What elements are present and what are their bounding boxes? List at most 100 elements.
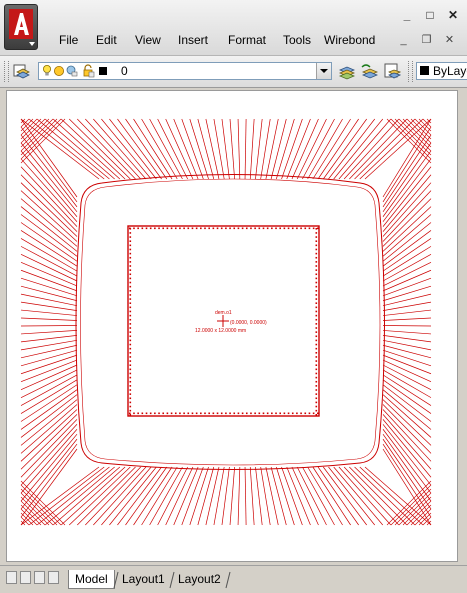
- close-window-button[interactable]: ✕: [444, 8, 462, 22]
- previous-tab-icon[interactable]: [20, 571, 31, 584]
- layer-properties-icon[interactable]: [12, 62, 30, 80]
- bond-pad: [254, 412, 256, 415]
- bond-pad: [271, 412, 273, 415]
- menu-format[interactable]: Format: [228, 33, 266, 47]
- bond-pad: [129, 252, 132, 255]
- lead-trace: [109, 118, 157, 180]
- bond-pad: [208, 412, 210, 415]
- bond-pad: [312, 412, 315, 415]
- bond-pad: [129, 310, 132, 313]
- last-tab-icon[interactable]: [48, 571, 59, 584]
- lead-trace: [249, 466, 255, 526]
- layer-dropdown[interactable]: 0: [38, 62, 332, 80]
- bond-pad: [129, 343, 132, 346]
- bond-pad: [174, 227, 177, 230]
- bond-pad: [220, 227, 223, 230]
- lead-trace: [20, 433, 78, 502]
- bond-pad: [250, 227, 252, 230]
- lead-trace: [382, 379, 432, 414]
- bond-pad: [296, 227, 298, 230]
- lead-trace: [354, 118, 416, 180]
- bond-pad: [191, 227, 194, 230]
- layer-dropdown-arrow[interactable]: [316, 63, 331, 79]
- lead-trace: [382, 190, 432, 242]
- bond-pad: [145, 412, 148, 415]
- bond-pad: [129, 405, 132, 408]
- document-close-button[interactable]: ✕: [441, 32, 458, 48]
- bond-pad: [204, 227, 206, 230]
- first-tab-icon[interactable]: [6, 571, 17, 584]
- bond-pad: [237, 412, 240, 415]
- lead-trace: [205, 466, 220, 526]
- lead-trace: [359, 118, 424, 180]
- menu-wirebond[interactable]: Wirebond: [324, 33, 375, 47]
- lead-trace: [382, 330, 432, 335]
- lead-trace: [307, 466, 343, 526]
- bond-pad: [241, 412, 244, 415]
- lead-trace: [20, 254, 78, 282]
- lead-trace: [20, 118, 42, 140]
- bond-pad: [129, 401, 132, 404]
- bond-pad: [149, 227, 152, 230]
- bond-pad: [315, 298, 318, 300]
- bond-pad: [129, 323, 132, 325]
- bond-pad: [129, 364, 132, 366]
- bond-pad: [266, 227, 269, 230]
- lead-trace: [20, 118, 100, 180]
- bond-pad: [129, 318, 132, 321]
- lead-trace: [382, 419, 432, 478]
- next-tab-icon[interactable]: [34, 571, 45, 584]
- drawing-canvas[interactable]: dem.o1 (0.0000, 0.0000) 12.0000 x 12.000…: [6, 90, 458, 562]
- lightbulb-icon: [43, 65, 51, 76]
- bond-pad: [200, 412, 202, 415]
- lead-trace: [382, 325, 432, 327]
- lead-trace: [213, 118, 225, 180]
- lead-trace: [382, 389, 432, 430]
- make-object-layer-current-icon[interactable]: [338, 62, 356, 80]
- menu-insert[interactable]: Insert: [178, 33, 208, 47]
- application-menu-button[interactable]: [4, 4, 38, 50]
- lead-trace: [382, 344, 432, 359]
- toolbar-grip[interactable]: [4, 61, 9, 82]
- lead-trace: [93, 466, 147, 526]
- menu-file[interactable]: File: [59, 33, 78, 47]
- bond-pad: [129, 232, 132, 234]
- layer-previous-icon[interactable]: [360, 62, 378, 80]
- lead-trace: [328, 466, 375, 526]
- bond-pad: [129, 380, 132, 383]
- tab-model[interactable]: Model: [68, 570, 115, 589]
- menu-edit[interactable]: Edit: [96, 33, 117, 47]
- lead-trace: [20, 166, 78, 227]
- layout-tab-bar: Model Layout1 Layout2: [0, 565, 467, 593]
- bond-pad: [129, 339, 132, 342]
- layer-states-manager-icon[interactable]: [383, 62, 401, 80]
- minimize-window-button[interactable]: _: [398, 8, 416, 22]
- bond-pad: [129, 352, 132, 354]
- lead-trace: [359, 466, 424, 526]
- bond-pad: [287, 412, 290, 415]
- color-dropdown[interactable]: ByLayer: [416, 62, 467, 80]
- menu-tools[interactable]: Tools: [283, 33, 311, 47]
- lead-trace: [20, 419, 78, 478]
- bond-pad: [315, 393, 318, 395]
- toolbar-grip[interactable]: [408, 61, 413, 82]
- menu-view[interactable]: View: [135, 33, 161, 47]
- lead-trace: [20, 317, 78, 321]
- lead-trace: [20, 344, 78, 359]
- layers-toolbar: 0 ByLayer: [0, 56, 467, 88]
- bond-pad: [129, 302, 132, 304]
- maximize-window-button[interactable]: □: [421, 8, 439, 22]
- lead-trace: [265, 466, 279, 526]
- die-origin-label: (0.0000, 0.0000): [230, 320, 267, 326]
- bond-pad: [315, 368, 318, 371]
- document-restore-button[interactable]: ❐: [418, 32, 435, 48]
- bond-pad: [129, 347, 132, 350]
- bond-pad: [225, 227, 227, 230]
- document-minimize-button[interactable]: _: [395, 32, 412, 48]
- lead-trace: [141, 118, 178, 180]
- bond-pad: [315, 310, 318, 313]
- lead-trace: [255, 466, 263, 526]
- bond-pad: [170, 227, 173, 230]
- bond-pad: [133, 227, 135, 230]
- lead-trace: [213, 466, 225, 526]
